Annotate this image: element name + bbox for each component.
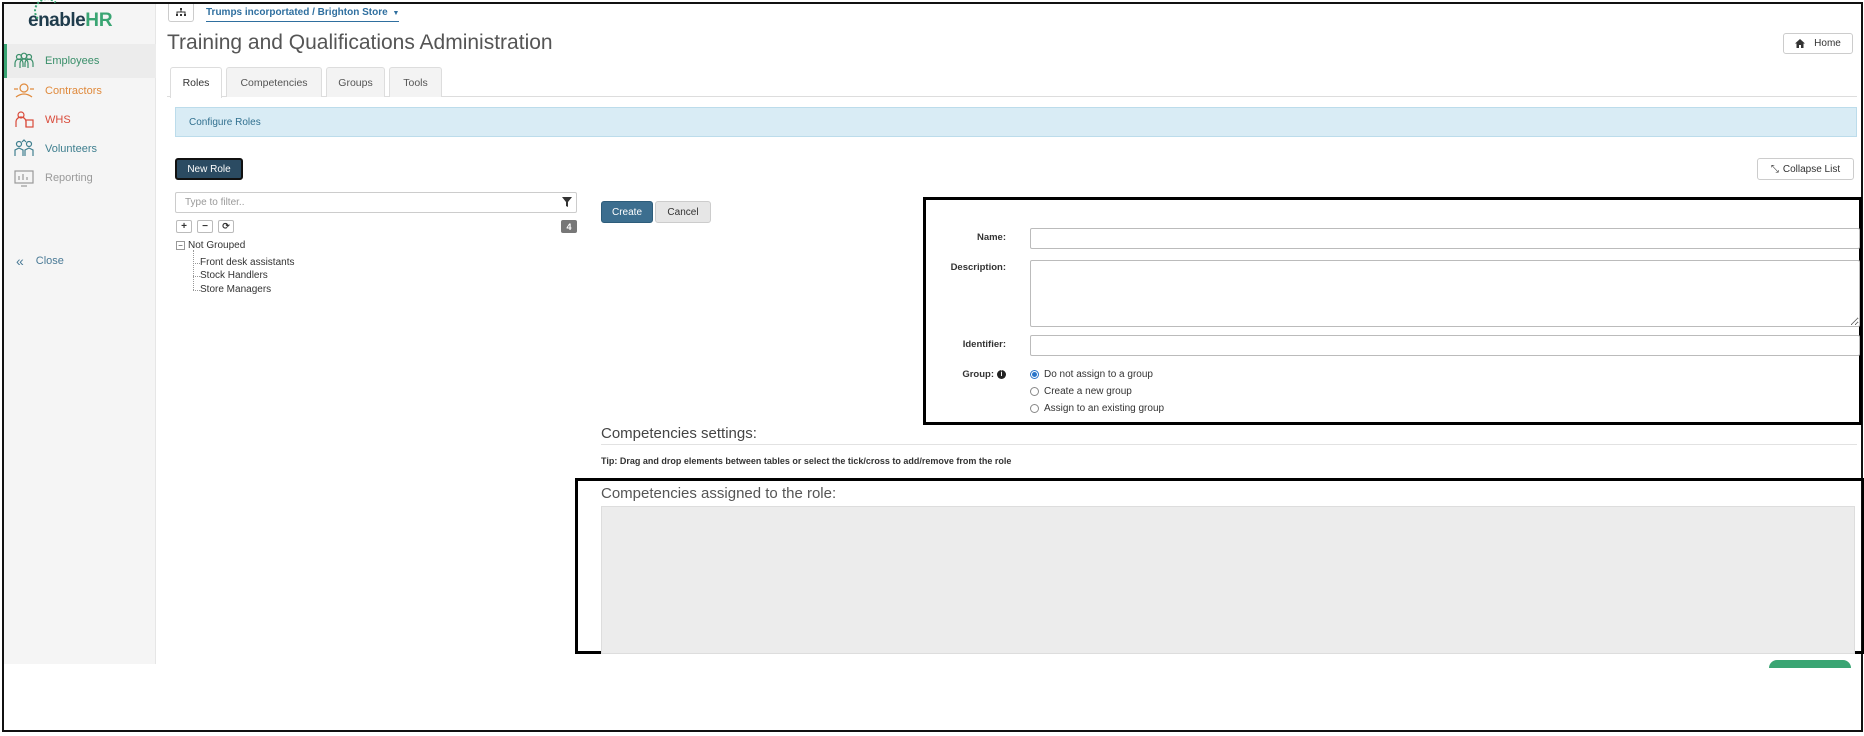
brand-logo[interactable]: enable HR	[28, 0, 113, 32]
competencies-settings-heading: Competencies settings:	[601, 425, 757, 442]
sidebar-item-label: Volunteers	[45, 143, 97, 155]
name-field[interactable]	[1030, 228, 1860, 249]
collapse-all-button[interactable]: −	[197, 220, 213, 233]
sidebar-item-reporting[interactable]: Reporting	[4, 161, 156, 195]
tab-roles[interactable]: Roles	[170, 67, 222, 98]
sitemap-icon	[176, 8, 186, 16]
radio-button[interactable]	[1030, 387, 1039, 396]
tab-label: Roles	[182, 77, 210, 89]
tree-connector	[193, 290, 200, 291]
assigned-competencies-heading: Competencies assigned to the role:	[601, 485, 837, 502]
configure-roles-banner: Configure Roles	[175, 107, 1857, 137]
drag-drop-tip: Tip: Drag and drop elements between tabl…	[601, 456, 1012, 466]
radio-label: Create a new group	[1044, 386, 1132, 397]
tree-node-not-grouped[interactable]: − Not Grouped	[176, 240, 245, 251]
collapse-list-label: Collapse List	[1782, 163, 1841, 175]
description-field[interactable]	[1030, 260, 1860, 327]
contractors-icon	[14, 83, 34, 98]
radio-button[interactable]	[1030, 370, 1039, 379]
minus-icon: −	[202, 220, 208, 232]
volunteers-icon	[14, 139, 34, 156]
group-label: Group: i	[926, 369, 1006, 380]
radio-label: Assign to an existing group	[1044, 403, 1165, 414]
create-label: Create	[611, 206, 642, 218]
tree-item-role[interactable]: Stock Handlers	[200, 270, 268, 281]
home-button[interactable]: Home	[1783, 33, 1853, 54]
sidebar-item-employees[interactable]: Employees	[4, 44, 156, 78]
tree-connector	[193, 250, 194, 290]
plus-icon: +	[181, 220, 187, 232]
assigned-competencies-panel: Competencies assigned to the role:	[575, 478, 1864, 654]
double-chevron-left-icon: «	[16, 253, 24, 269]
refresh-icon: ⟳	[222, 221, 230, 231]
cancel-button[interactable]: Cancel	[655, 201, 711, 223]
tab-bar: Roles Competencies Groups Tools	[167, 67, 1857, 98]
tree-item-role[interactable]: Front desk assistants	[200, 257, 294, 268]
banner-text: Configure Roles	[189, 116, 261, 128]
reporting-icon	[14, 170, 34, 187]
page-title: Training and Qualifications Administrati…	[167, 31, 553, 54]
tree-connector	[193, 263, 200, 264]
identifier-field[interactable]	[1030, 335, 1860, 356]
divider	[601, 444, 1857, 445]
sidebar: enable HR Employees Contractors WHS Volu…	[4, 0, 156, 664]
cancel-label: Cancel	[667, 206, 699, 218]
logo-text-hr: HR	[85, 10, 113, 31]
home-icon	[1795, 39, 1806, 48]
info-icon[interactable]: i	[997, 369, 1006, 379]
sidebar-close-button[interactable]: « Close	[16, 253, 64, 269]
org-chart-button[interactable]	[168, 4, 194, 22]
role-filter-input[interactable]	[175, 192, 577, 213]
radio-button[interactable]	[1030, 404, 1039, 413]
create-button[interactable]: Create	[601, 201, 653, 223]
group-option-existing[interactable]: Assign to an existing group	[1030, 403, 1164, 414]
name-label: Name:	[976, 232, 1006, 243]
whs-icon	[15, 111, 34, 128]
identifier-label: Identifier:	[962, 339, 1006, 350]
new-role-label: New Role	[187, 163, 231, 175]
sidebar-item-label: WHS	[45, 114, 71, 126]
tab-label: Competencies	[240, 76, 308, 89]
sidebar-item-label: Employees	[45, 55, 100, 67]
sidebar-close-label: Close	[35, 255, 64, 267]
collapse-list-button[interactable]: ⤡ Collapse List	[1757, 158, 1854, 180]
sidebar-item-label: Reporting	[45, 172, 93, 184]
role-count-badge: 4	[561, 220, 577, 233]
radio-label: Do not assign to a group	[1044, 369, 1153, 380]
role-details-form: Name: Description: Identifier: Group: i D…	[923, 197, 1862, 425]
tree-connector	[193, 276, 200, 277]
tab-groups[interactable]: Groups	[326, 67, 385, 97]
expand-all-button[interactable]: +	[176, 220, 192, 233]
new-role-button[interactable]: New Role	[175, 158, 243, 180]
group-option-new[interactable]: Create a new group	[1030, 386, 1132, 397]
save-button-partial[interactable]	[1769, 660, 1851, 668]
group-option-none[interactable]: Do not assign to a group	[1030, 369, 1153, 380]
sidebar-item-label: Contractors	[45, 85, 102, 97]
tab-tools[interactable]: Tools	[389, 67, 442, 97]
tree-toolbar: + − ⟳	[176, 220, 234, 233]
tab-competencies[interactable]: Competencies	[226, 67, 322, 97]
employees-icon	[14, 52, 34, 68]
compress-icon: ⤡	[1770, 163, 1779, 175]
tab-label: Groups	[338, 76, 373, 89]
organisation-selector[interactable]: Trumps incorportated / Brighton Store ▼	[206, 7, 400, 22]
tree-item-role[interactable]: Store Managers	[200, 284, 271, 295]
description-label: Description:	[950, 262, 1006, 273]
tab-label: Tools	[403, 76, 428, 89]
assigned-competencies-dropzone[interactable]	[601, 506, 1855, 654]
app-window: enable HR Employees Contractors WHS Volu…	[4, 0, 1864, 668]
home-label: Home	[1814, 38, 1841, 49]
caret-down-icon: ▼	[392, 10, 400, 17]
tree-node-label: Not Grouped	[188, 240, 246, 251]
group-label-text: Group:	[962, 369, 994, 380]
organisation-path: Trumps incorportated / Brighton Store	[206, 7, 388, 18]
tree-collapse-icon[interactable]: −	[176, 241, 185, 250]
refresh-button[interactable]: ⟳	[218, 220, 234, 233]
filter-icon[interactable]	[562, 197, 572, 207]
